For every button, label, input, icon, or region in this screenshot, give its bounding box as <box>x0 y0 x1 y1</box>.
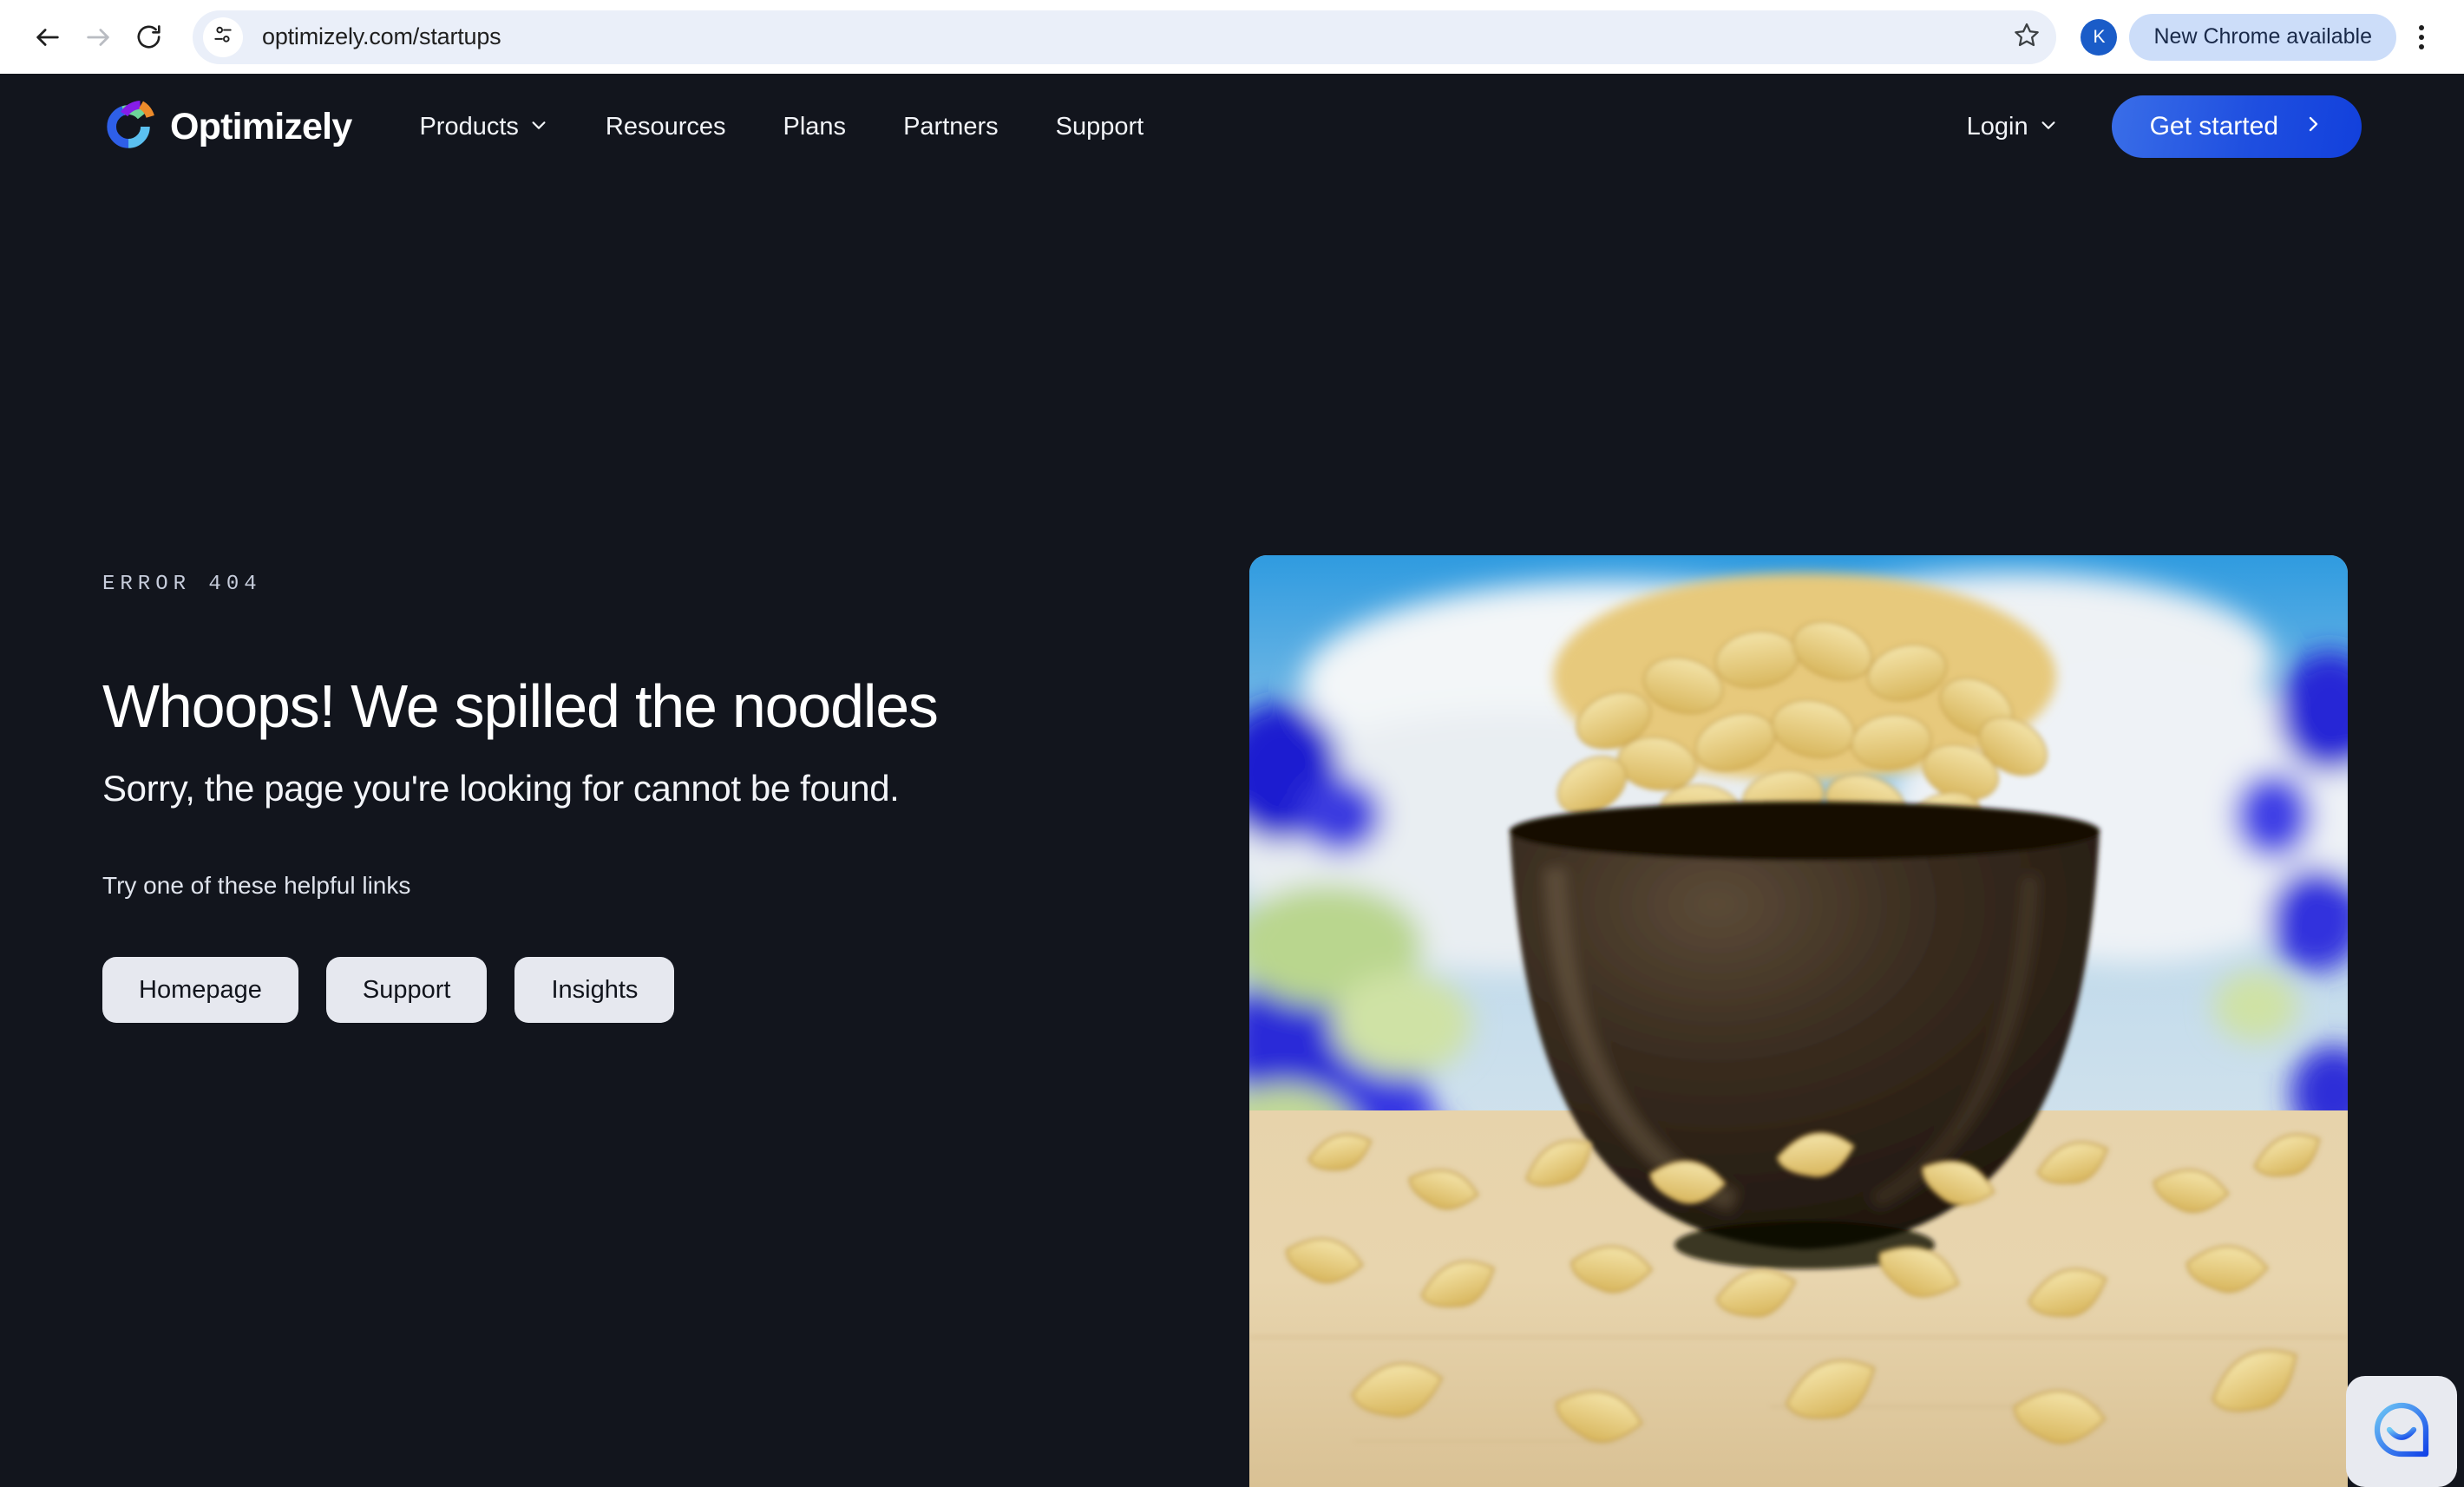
login-label: Login <box>1966 112 2028 141</box>
hero-content: ERROR 404 Whoops! We spilled the noodles… <box>102 573 1178 1024</box>
chevron-right-icon <box>2303 112 2323 141</box>
hero-image <box>1249 555 2348 1487</box>
back-arrow-icon <box>33 23 62 52</box>
header-right: Login Get started <box>1967 95 2362 158</box>
browser-menu-button[interactable] <box>2402 14 2441 61</box>
site-info-button[interactable] <box>203 16 243 57</box>
logo[interactable]: Optimizely <box>102 100 352 154</box>
star-icon <box>2013 21 2041 53</box>
back-button[interactable] <box>23 12 73 62</box>
bookmark-button[interactable] <box>2006 16 2048 58</box>
nav-label: Partners <box>903 112 999 141</box>
nav-item-resources[interactable]: Resources <box>606 104 726 150</box>
page-subtitle: Sorry, the page you're looking for canno… <box>102 768 900 809</box>
nav-label: Resources <box>605 112 726 141</box>
reload-button[interactable] <box>123 12 174 62</box>
support-link-button[interactable]: Support <box>325 957 488 1024</box>
error-code-label: ERROR 404 <box>102 573 262 596</box>
get-started-button[interactable]: Get started <box>2111 95 2362 158</box>
nav-label: Support <box>1055 112 1144 141</box>
site-header: Optimizely Products Resources Plans Part… <box>0 74 2464 180</box>
address-bar[interactable]: optimizely.com/startups <box>193 10 2057 64</box>
chrome-update-button[interactable]: New Chrome available <box>2129 13 2396 61</box>
chevron-down-icon <box>2039 113 2058 141</box>
page-title: Whoops! We spilled the noodles <box>102 672 939 740</box>
chat-widget-button[interactable] <box>2346 1376 2457 1487</box>
chevron-down-icon <box>529 113 548 141</box>
insights-link-button[interactable]: Insights <box>514 957 675 1024</box>
login-menu[interactable]: Login <box>1967 113 2058 141</box>
nav-item-products[interactable]: Products <box>419 104 547 150</box>
nav-item-partners[interactable]: Partners <box>903 104 999 150</box>
avatar[interactable]: K <box>2081 18 2118 56</box>
reload-icon <box>134 23 163 51</box>
kebab-menu-icon <box>2419 24 2424 30</box>
forward-button[interactable] <box>73 12 123 62</box>
page-body: Optimizely Products Resources Plans Part… <box>0 74 2464 1487</box>
logo-text: Optimizely <box>170 105 352 147</box>
forward-arrow-icon <box>83 23 113 52</box>
cta-label: Get started <box>2149 112 2278 141</box>
site-settings-icon <box>212 23 234 50</box>
chat-smile-icon <box>2365 1393 2438 1471</box>
browser-toolbar: optimizely.com/startups K New Chrome ava… <box>0 0 2464 74</box>
homepage-link-button[interactable]: Homepage <box>102 957 298 1024</box>
url-text[interactable]: optimizely.com/startups <box>262 23 501 50</box>
nav-item-plans[interactable]: Plans <box>783 104 847 150</box>
helpful-links-hint: Try one of these helpful links <box>102 872 411 900</box>
nav-label: Products <box>419 112 519 141</box>
main-nav: Products Resources Plans Partners Suppor… <box>419 104 1144 150</box>
helpful-links-row: Homepage Support Insights <box>102 957 1178 1024</box>
nav-item-support[interactable]: Support <box>1056 104 1144 150</box>
optimizely-logo-icon <box>102 100 170 154</box>
nav-label: Plans <box>783 112 847 141</box>
